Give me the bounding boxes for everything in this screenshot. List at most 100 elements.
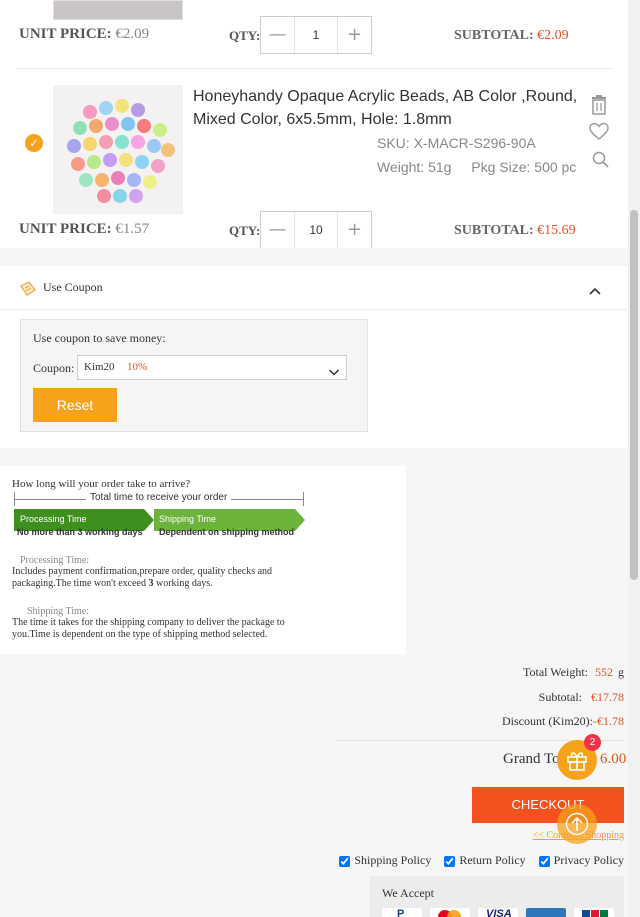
processing-arrow-label: Processing Time [20, 514, 87, 524]
subtotal-label: SUBTOTAL: [454, 28, 534, 43]
product-title[interactable]: Honeyhandy Opaque Acrylic Beads, AB Colo… [193, 85, 583, 131]
checkout-button[interactable]: CHECKOUT [472, 787, 624, 823]
discount-label: Discount (Kim20): [502, 714, 593, 728]
trash-icon[interactable] [590, 95, 608, 115]
gift-count-badge: 2 [584, 734, 601, 751]
qty-label-item2: QTY: [229, 223, 261, 238]
unit-price-label: UNIT PRICE: [19, 26, 112, 42]
total-weight-label: Total Weight: [523, 665, 588, 679]
checkbox-input[interactable] [444, 855, 456, 867]
coupon-select[interactable]: Kim20 10% [77, 355, 347, 380]
cart-page: UNIT PRICE: €2.09 QTY: — 1 + SUBTOTAL: €… [0, 0, 628, 917]
gift-icon [566, 749, 588, 771]
checkbox-input[interactable] [339, 855, 351, 867]
section-gap [0, 248, 628, 266]
shipping-time-text: The time it takes for the shipping compa… [12, 617, 285, 640]
qty-input[interactable]: 10 [295, 212, 337, 248]
coupon-header-title: Use Coupon [43, 280, 103, 294]
subtotal-item1: SUBTOTAL: €2.09 [454, 28, 569, 44]
page-scrollbar[interactable] [628, 0, 640, 917]
discount-value: -€1.78 [593, 714, 624, 728]
qty-decrease-button[interactable]: — [261, 17, 295, 53]
we-accept-label: We Accept [382, 886, 435, 900]
shipping-policy-checkbox[interactable]: Shipping Policy [339, 853, 431, 867]
total-time-label: Total time to receive your order [86, 492, 232, 503]
scrollbar-thumb[interactable] [630, 210, 638, 580]
heart-icon[interactable] [589, 122, 609, 142]
product-weight: Weight: 51g [377, 159, 452, 175]
unit-price-row-item1: UNIT PRICE: €2.09 [19, 26, 149, 43]
grand-total-value: 6.00 [600, 751, 627, 767]
coupon-header[interactable]: Use Coupon [0, 266, 628, 310]
delivery-side-gap [406, 466, 628, 654]
subtotal-label: SUBTOTAL: [454, 223, 534, 238]
coupon-percent: 10% [127, 361, 148, 373]
gift-floating-button[interactable]: 2 [557, 734, 601, 780]
item-divider [16, 68, 612, 69]
summary-subtotal-label: Subtotal: [538, 690, 582, 704]
discount-row: Discount (Kim20):-€1.78 [502, 714, 624, 729]
product-meta: Weight: 51g Pkg Size: 500 pc [377, 159, 576, 175]
coupon-hint: Use coupon to save money: [33, 331, 166, 345]
unit-price-value: €2.09 [115, 26, 150, 42]
processing-caption: No more than 3 working days [17, 527, 143, 537]
coupon-label: Coupon: [33, 361, 75, 375]
chevron-up-icon[interactable] [588, 283, 602, 295]
qty-label-item1: QTY: [229, 28, 261, 43]
policy-label: Privacy Policy [553, 853, 624, 867]
qty-input[interactable]: 1 [295, 17, 337, 53]
policy-label: Shipping Policy [354, 853, 432, 867]
summary-subtotal-value: €17.78 [591, 690, 624, 704]
coupon-reset-button[interactable]: Reset [33, 388, 117, 422]
section-gap [0, 448, 628, 466]
mastercard-icon [430, 908, 470, 917]
qty-increase-button[interactable]: + [337, 212, 371, 248]
checkbox-input[interactable] [538, 855, 550, 867]
total-weight-value: 552 [595, 665, 613, 679]
product-image-item2[interactable] [53, 85, 183, 214]
unit-price-row-item2: UNIT PRICE: €1.57 [19, 221, 149, 238]
policy-label: Return Policy [459, 853, 526, 867]
back-to-top-button[interactable] [557, 804, 597, 844]
processing-text-part: Includes payment confirmation,prepare or… [12, 566, 273, 589]
return-policy-checkbox[interactable]: Return Policy [444, 853, 526, 867]
privacy-policy-checkbox[interactable]: Privacy Policy [538, 853, 624, 867]
jcb-icon [574, 908, 614, 917]
subtotal-value: €2.09 [537, 28, 569, 43]
item-select-checkbox[interactable]: ✓ [25, 134, 43, 152]
coupon-panel: Use coupon to save money: Coupon: Kim20 … [20, 319, 368, 432]
payment-methods-box: We Accept P VISA [370, 876, 624, 917]
product-pkg-size: Pkg Size: 500 pc [471, 159, 577, 175]
delivery-info-panel: How long will your order take to arrive?… [0, 466, 406, 654]
arrow-up-icon [565, 812, 589, 836]
search-icon[interactable] [592, 151, 609, 168]
total-weight-unit: g [618, 665, 624, 679]
policy-checkboxes: Shipping Policy Return Policy Privacy Po… [339, 853, 624, 868]
chevron-down-icon [328, 364, 340, 376]
unit-price-value: €1.57 [115, 221, 150, 237]
shipping-caption: Dependent on shipping method [159, 527, 294, 537]
paypal-icon: P [382, 908, 422, 917]
subtotal-item2: SUBTOTAL: €15.69 [454, 223, 576, 239]
amex-icon [526, 908, 566, 917]
summary-subtotal-row: Subtotal: €17.78 [539, 690, 624, 705]
processing-time-title: Processing Time: [20, 555, 90, 566]
product-image-item1[interactable] [53, 0, 183, 20]
shipping-time-title: Shipping Time: [27, 606, 89, 617]
coupon-code: Kim20 [84, 361, 115, 373]
shipping-arrow-label: Shipping Time [159, 514, 217, 524]
delivery-question: How long will your order take to arrive? [12, 478, 191, 490]
grand-total-label: Grand To [503, 751, 560, 767]
total-weight-row: Total Weight: 552 g [523, 665, 624, 680]
processing-time-text: Includes payment confirmation,prepare or… [12, 566, 312, 590]
product-sku: SKU: X-MACR-S296-90A [377, 135, 536, 151]
visa-icon: VISA [478, 908, 518, 917]
qty-stepper-item1: — 1 + [260, 16, 372, 54]
processing-text-part: working days. [153, 578, 213, 589]
unit-price-label: UNIT PRICE: [19, 221, 112, 237]
subtotal-value: €15.69 [537, 223, 576, 238]
qty-stepper-item2: — 10 + [260, 211, 372, 249]
qty-increase-button[interactable]: + [337, 17, 371, 53]
coupon-tag-icon [19, 281, 37, 297]
qty-decrease-button[interactable]: — [261, 212, 295, 248]
